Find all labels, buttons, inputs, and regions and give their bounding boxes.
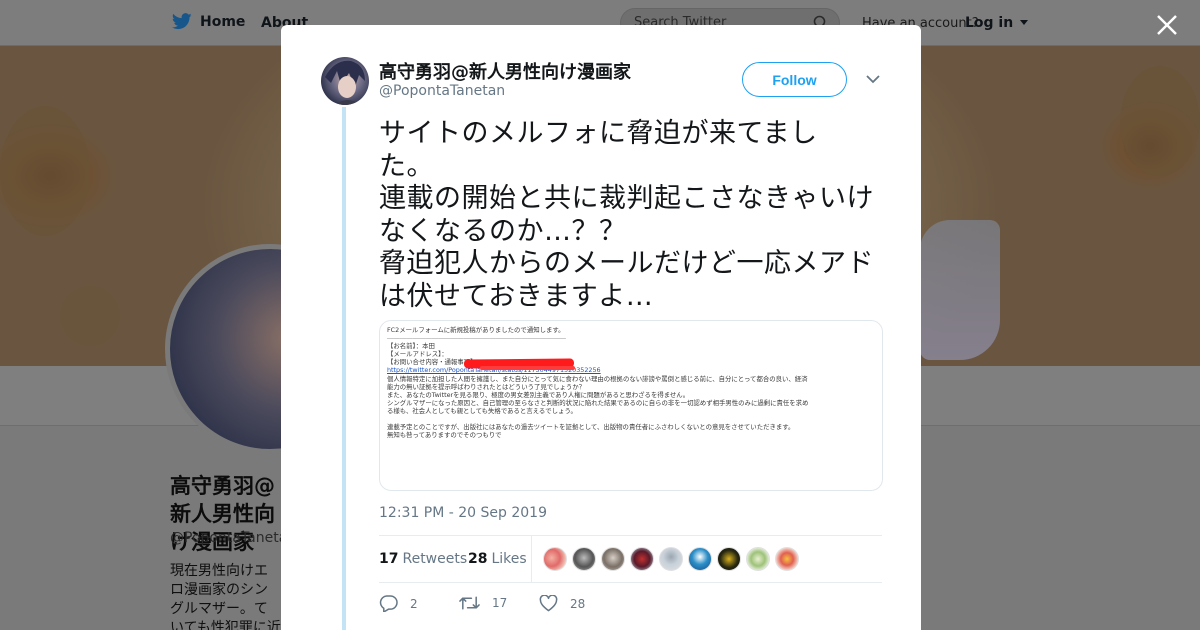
reply-count: 2 <box>410 596 418 611</box>
thread-line <box>342 107 346 630</box>
retweets-stat[interactable]: 17 Retweets <box>379 551 467 567</box>
media-line: 【お問い合せ内容・通報事項】： <box>387 358 480 367</box>
like-button[interactable]: 28 <box>539 595 585 612</box>
likes-count: 28 <box>468 551 488 567</box>
author-handle[interactable]: @PopontaTanetan <box>379 83 505 99</box>
chevron-down-icon <box>1020 20 1029 25</box>
tweet-text-line: なくなるのか…？？ <box>379 215 627 247</box>
media-line: また、あなたのTwitterを見る限り、極度の男女差別主義であり人権に問題がある… <box>387 390 690 399</box>
liker-avatar[interactable] <box>717 547 741 571</box>
tweet-text-line: 脅迫犯人からのメールだけど一応メアド <box>379 248 874 279</box>
tweet-text: サイトのメルフォに脅迫が来てまし た。 連載の開始と共に裁判起こさなきゃいけ な… <box>379 118 889 313</box>
tweet-text-line: 連載の開始と共に裁判起こさなきゃいけ <box>379 183 874 214</box>
tweet-modal: 高守勇羽@新人男性向け漫画家 @PopontaTanetan Follow サイ… <box>281 25 921 630</box>
tweet-media-image[interactable]: FC2メールフォームに新規投稿がありましたので通知します。 ――――――――――… <box>379 320 883 491</box>
liker-avatar[interactable] <box>688 547 712 571</box>
liker-avatar[interactable] <box>630 547 654 571</box>
banner-figure-art <box>920 220 1000 360</box>
media-line: る様も、社会人としても親としても失格であると言えるでしょう。 <box>387 406 577 415</box>
liker-avatar[interactable] <box>572 547 596 571</box>
retweet-button[interactable]: 17 <box>459 595 507 611</box>
reply-button[interactable]: 2 <box>379 595 418 612</box>
tweet-text-line: サイトのメルフォに脅迫が来てまし <box>379 118 818 149</box>
avatar-art <box>325 60 365 105</box>
likes-stat[interactable]: 28 Likes <box>468 551 527 567</box>
retweet-icon <box>459 596 480 610</box>
media-line: ―――――――――――――――――――――――――――― <box>387 334 566 343</box>
media-line: シングルマザーになった原因と、自己管理の至らなさと判断的状況に陥れた結果であるの… <box>387 398 809 407</box>
author-avatar[interactable] <box>321 57 369 105</box>
nav-home-label: Home <box>200 13 246 30</box>
media-line: 無知も咎ってありますのでそのつもりで <box>387 431 502 440</box>
heart-icon <box>539 595 558 612</box>
tweet-actions: 2 17 28 <box>379 595 779 615</box>
author-name[interactable]: 高守勇羽@新人男性向け漫画家 <box>379 58 631 84</box>
stats-divider <box>531 536 532 582</box>
reply-icon <box>379 595 398 612</box>
media-line: 連載予定とのことですが、出版社にはあなたの過去ツイートを証拠として、出版物の責任… <box>387 423 795 432</box>
liker-avatar[interactable] <box>543 547 567 571</box>
profile-handle: @PopontaTanetan <box>170 530 281 546</box>
likes-label: Likes <box>491 551 527 567</box>
media-line: 個人情報特定に加担した人間を擁護し、また自分にとって気に食わない理由の根拠のない… <box>387 374 808 383</box>
tweet-text-line: は伏せておきますよ… <box>379 280 654 312</box>
like-count: 28 <box>570 596 586 611</box>
liker-avatars <box>543 547 799 571</box>
media-line: 【お名前】：本田 <box>387 342 435 351</box>
redaction-mark <box>480 366 575 370</box>
tweet-timestamp[interactable]: 12:31 PM - 20 Sep 2019 <box>379 505 547 521</box>
email-screenshot-text: FC2メールフォームに新規投稿がありましたので通知します。 ――――――――――… <box>387 326 877 439</box>
follow-button[interactable]: Follow <box>742 62 847 97</box>
tweet-text-line: た。 <box>379 150 434 182</box>
nav-home[interactable]: Home <box>172 13 245 30</box>
retweets-label: Retweets <box>402 551 468 567</box>
login-label: Log in <box>965 15 1014 31</box>
profile-bio: 現在男性向けエロ漫画家のシングルマザー。ていても性犯罪に近い話題が苦手な方 <box>170 563 281 630</box>
liker-avatar[interactable] <box>746 547 770 571</box>
media-line <box>387 415 877 423</box>
liker-avatar[interactable] <box>659 547 683 571</box>
login-button[interactable]: Log in <box>965 15 1029 31</box>
close-icon[interactable] <box>1154 12 1180 38</box>
media-line: FC2メールフォームに新規投稿がありましたので通知します。 <box>387 326 565 334</box>
twitter-bird-icon <box>172 13 192 30</box>
liker-avatar[interactable] <box>601 547 625 571</box>
retweets-count: 17 <box>379 551 399 567</box>
media-line: 能力の無い証拠を提示呼ばわりされたとはどういう了見でしょうか？ <box>387 382 586 391</box>
media-line: 【メールアドレス】： <box>387 350 448 359</box>
liker-avatar[interactable] <box>775 547 799 571</box>
tweet-stats: 17 Retweets 28 Likes <box>379 535 882 583</box>
media-link-line: https://twitter.com/PopontaTanetan/statu… <box>387 366 601 375</box>
chevron-down-icon[interactable] <box>864 72 882 86</box>
retweet-count: 17 <box>492 596 508 610</box>
